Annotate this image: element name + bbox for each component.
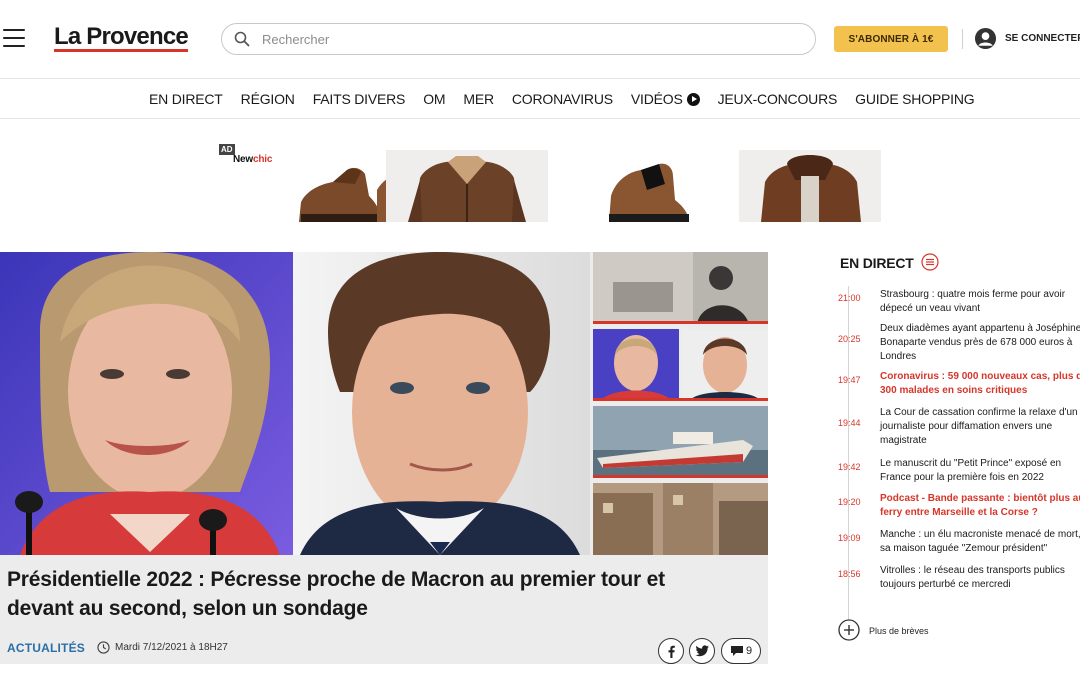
live-item-time: 21:00: [838, 293, 861, 303]
ad-brand: Newchic: [233, 154, 273, 165]
thumbnail-4[interactable]: [593, 483, 768, 555]
nav-item-label: RÉGION: [240, 91, 295, 107]
live-item-text: 300 malades en soins critiques: [880, 385, 1028, 396]
thumbnail-1-image: [593, 252, 768, 324]
thumbnail-3[interactable]: [593, 406, 768, 478]
nav-item-label: JEUX-CONCOURS: [717, 91, 838, 107]
live-item-time: 19:44: [838, 418, 861, 428]
nav-item-2[interactable]: FAITS DIVERS: [313, 91, 406, 107]
live-item-text: France pour la première fois en 2022: [880, 472, 1044, 483]
search-icon: [234, 31, 250, 47]
live-item-text: Bonaparte vendus près de 678 000 euros à: [880, 337, 1073, 348]
twitter-share-button[interactable]: [689, 638, 715, 664]
plus-icon: [838, 619, 860, 641]
lead-headline[interactable]: Présidentielle 2022 : Pécresse proche de…: [7, 565, 737, 623]
live-title: EN DIRECT: [840, 255, 914, 271]
thumbnail-2-image: [593, 329, 768, 401]
live-item-text: Vitrolles : le réseau des transports pub…: [880, 565, 1065, 576]
ad-banner[interactable]: AD Newchic i ›: [219, 144, 881, 226]
live-item-text: sa maison taguée "Zemour président": [880, 543, 1048, 554]
nav-item-label: FAITS DIVERS: [312, 91, 406, 107]
live-item-text: toujours perturbé ce mercredi: [880, 579, 1011, 590]
category-link[interactable]: ACTUALITÉS: [7, 641, 85, 655]
live-list-icon[interactable]: [921, 253, 939, 271]
play-icon: [686, 92, 700, 106]
live-item-time: 19:47: [838, 375, 861, 385]
nav-item-8[interactable]: GUIDE SHOPPING: [855, 91, 975, 107]
subscribe-button[interactable]: S'ABONNER À 1€: [834, 26, 948, 52]
article-meta: ACTUALITÉS Mardi 7/12/2021 à 18H27 9: [7, 638, 762, 664]
comment-icon: [730, 646, 743, 656]
nav-item-4[interactable]: MER: [463, 91, 494, 107]
live-item-text: La Cour de cassation confirme la relaxe …: [880, 407, 1078, 418]
nav-item-7[interactable]: JEUX-CONCOURS: [718, 91, 838, 107]
ad-product-jacket[interactable]: [386, 150, 548, 222]
nav-item-label: MER: [463, 91, 494, 107]
header-divider: [962, 29, 963, 49]
nav-item-6[interactable]: VIDÉOS: [631, 91, 700, 107]
live-item-text: journaliste pour diffamation envers une: [880, 421, 1053, 432]
ad-product-hooded-jacket[interactable]: [729, 150, 891, 222]
nav-list: EN DIRECT RÉGION FAITS DIVERS OM MER CORONAVI…: [149, 91, 992, 107]
site-logo[interactable]: La Provence: [54, 23, 189, 52]
twitter-icon: [695, 645, 709, 657]
nav-item-5[interactable]: CORONAVIRUS: [512, 91, 613, 107]
nav-item-3[interactable]: OM: [423, 91, 445, 107]
live-item-text: Manche : un élu macroniste menacé de mor…: [880, 529, 1080, 540]
live-item-time: 19:09: [838, 533, 861, 543]
login-link[interactable]: SE CONNECTER: [1005, 33, 1080, 44]
main-nav: EN DIRECT RÉGION FAITS DIVERS OM MER CORONAVI…: [0, 78, 1080, 119]
live-item-text: Coronavirus : 59 000 nouveaux cas, plus …: [880, 371, 1080, 382]
photo-thumbnails: [593, 252, 768, 555]
thumbnail-3-bar: [593, 475, 768, 478]
thumbnail-3-image: [593, 406, 768, 478]
live-item-time: 19:42: [838, 462, 861, 472]
nav-item-label: CORONAVIRUS: [511, 91, 613, 107]
live-item-text: Le manuscrit du "Petit Prince" exposé en: [880, 458, 1062, 469]
live-item-text: Deux diadèmes ayant appartenu à Joséphin…: [880, 323, 1080, 334]
search-input[interactable]: [262, 29, 782, 49]
clock-icon: [97, 641, 110, 654]
live-item-time: 19:20: [838, 497, 861, 507]
thumbnail-2-bar: [593, 398, 768, 401]
nav-item-1[interactable]: RÉGION: [241, 91, 295, 107]
nav-item-0[interactable]: EN DIRECT: [149, 91, 223, 107]
thumbnail-4-image: [593, 483, 768, 555]
nav-item-label: VIDÉOS: [630, 91, 683, 107]
live-item-text: magistrate: [880, 435, 927, 446]
search-box[interactable]: [221, 23, 816, 55]
site-header: La Provence S'ABONNER À 1€ SE CONNECTER: [0, 0, 1080, 78]
live-item-text: Londres: [880, 351, 917, 362]
live-item-text: Podcast - Bande passante : bientôt plus …: [880, 493, 1080, 504]
live-item-text: dépecé un veau vivant: [880, 303, 981, 314]
account-icon[interactable]: [974, 27, 997, 50]
menu-icon[interactable]: [3, 29, 25, 47]
ad-product-boot-black[interactable]: [549, 150, 711, 222]
thumbnail-1-bar: [593, 321, 768, 324]
publish-date: Mardi 7/12/2021 à 18H27: [115, 642, 228, 653]
nav-item-label: OM: [423, 91, 446, 107]
facebook-share-button[interactable]: [658, 638, 684, 664]
nav-item-label: GUIDE SHOPPING: [855, 91, 975, 107]
facebook-icon: [668, 645, 675, 658]
lead-article[interactable]: Présidentielle 2022 : Pécresse proche de…: [0, 252, 768, 664]
lead-photo[interactable]: [0, 252, 590, 555]
nav-item-label: EN DIRECT: [149, 91, 223, 107]
live-feed: EN DIRECT 21:00 Strasbourg : quatre mois …: [838, 252, 1080, 647]
more-briefs-label: Plus de brèves: [869, 626, 929, 636]
thumbnail-2[interactable]: [593, 329, 768, 401]
live-item-text: ferry entre Marseille et la Corse ?: [880, 507, 1038, 518]
comments-button[interactable]: 9: [721, 638, 761, 664]
live-item-time: 20:25: [838, 334, 861, 344]
comment-count: 9: [745, 645, 753, 657]
live-item-time: 18:56: [838, 569, 861, 579]
live-item-text: Strasbourg : quatre mois ferme pour avoi…: [880, 289, 1066, 300]
thumbnail-1[interactable]: [593, 252, 768, 324]
